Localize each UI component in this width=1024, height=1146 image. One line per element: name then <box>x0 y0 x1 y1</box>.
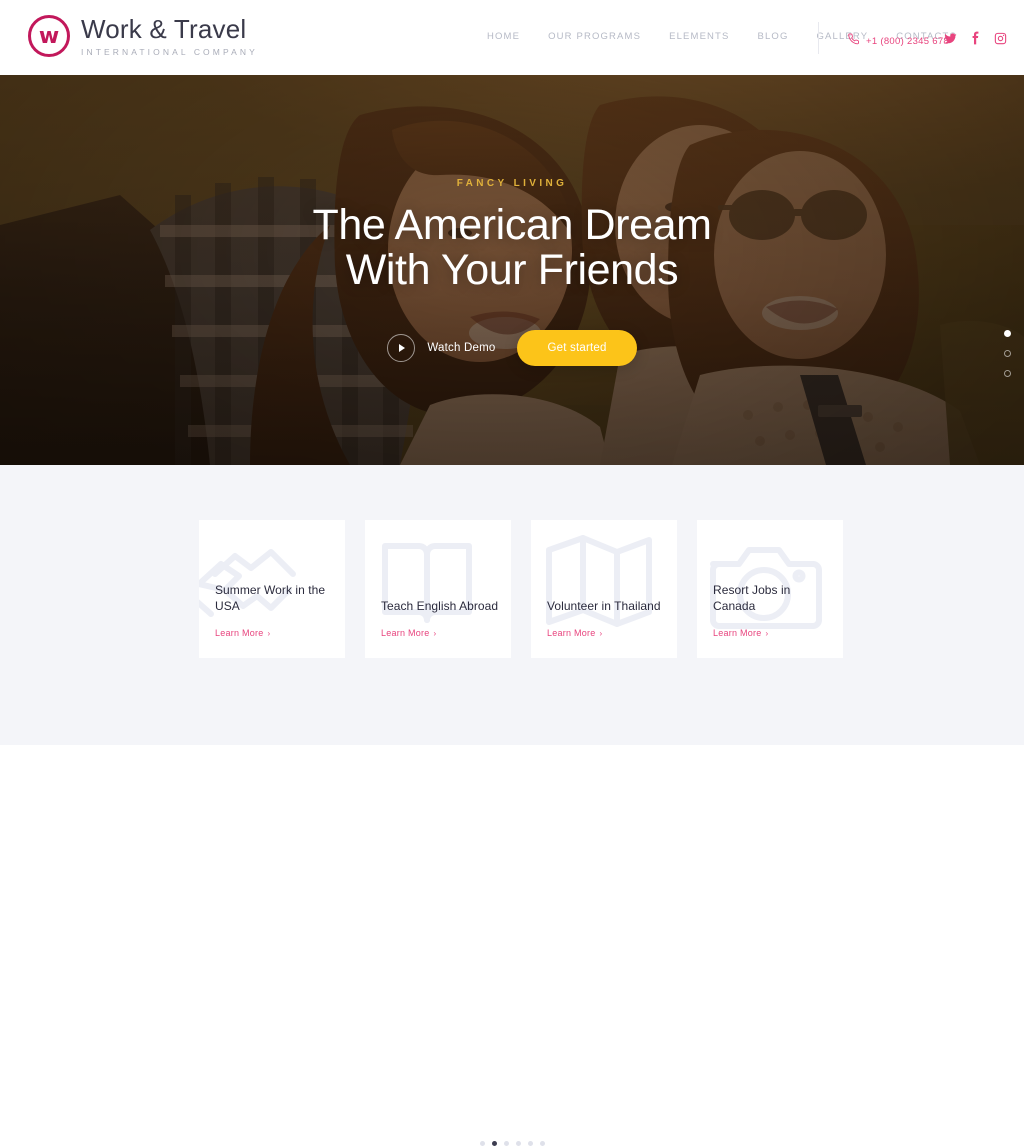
play-circle-icon <box>387 334 416 363</box>
hero-slider-dot-3[interactable] <box>1004 370 1011 377</box>
logo-tagline: INTERNATIONAL COMPANY <box>81 47 258 58</box>
logo-text: Work & Travel INTERNATIONAL COMPANY <box>81 14 258 57</box>
hero-title-line-1: The American Dream <box>312 201 712 249</box>
phone-icon <box>848 32 860 50</box>
hero-title: The American Dream With Your Friends <box>312 201 712 295</box>
program-card-title: Resort Jobs in Canada <box>713 583 791 613</box>
hero-title-line-2: With Your Friends <box>345 246 679 295</box>
nav-item-elements[interactable]: ELEMENTS <box>655 31 743 42</box>
programs-carousel: Summer Work in the USA Learn More › Teach… <box>199 520 843 658</box>
instagram-icon[interactable] <box>994 32 1007 45</box>
chevron-right-icon: › <box>267 629 271 638</box>
phone-number: +1 (800) 2345 678 <box>866 35 950 47</box>
program-card-body: Resort Jobs in Canada Learn More › <box>713 583 833 641</box>
program-card-body: Volunteer in Thailand Learn More › <box>547 599 667 641</box>
programs-section: Summer Work in the USA Learn More › Teach… <box>0 465 1024 1146</box>
phone-link[interactable]: +1 (800) 2345 678 <box>848 32 949 50</box>
header-divider <box>818 22 819 54</box>
program-card[interactable]: Resort Jobs in Canada Learn More › <box>697 520 843 658</box>
learn-more-label: Learn More <box>713 628 762 638</box>
chevron-right-icon: › <box>599 629 603 638</box>
hero-slider-dot-1[interactable] <box>1004 330 1011 337</box>
chevron-right-icon: › <box>765 629 769 638</box>
program-card-body: Teach English Abroad Learn More › <box>381 599 501 641</box>
program-card-learn-more-link[interactable]: Learn More › <box>215 628 270 638</box>
nav-item-blog[interactable]: BLOG <box>744 31 803 42</box>
program-card[interactable]: Teach English Abroad Learn More › <box>365 520 511 658</box>
learn-more-label: Learn More <box>381 628 430 638</box>
nav-item-home[interactable]: HOME <box>487 31 534 42</box>
program-card-title: Volunteer in Thailand <box>547 598 661 613</box>
logo[interactable]: Work & Travel INTERNATIONAL COMPANY <box>28 14 258 57</box>
hero-slider: FANCY LIVING The American Dream With You… <box>0 75 1024 465</box>
learn-more-label: Learn More <box>215 628 264 638</box>
programs-carousel-pagination <box>0 1141 1024 1146</box>
get-started-button[interactable]: Get started <box>517 330 637 367</box>
hero-content: FANCY LIVING The American Dream With You… <box>0 75 1024 465</box>
program-card-learn-more-link[interactable]: Learn More › <box>547 628 602 638</box>
carousel-dot-1[interactable] <box>479 1141 485 1146</box>
nav-item-our-programs[interactable]: OUR PROGRAMS <box>534 31 655 42</box>
program-card-title: Summer Work in the USA <box>215 583 326 613</box>
program-card[interactable]: Volunteer in Thailand Learn More › <box>531 520 677 658</box>
program-card[interactable]: Summer Work in the USA Learn More › <box>199 520 345 658</box>
carousel-dot-5[interactable] <box>527 1141 533 1146</box>
hero-actions: Watch Demo Get started <box>387 330 637 367</box>
carousel-dot-3[interactable] <box>503 1141 509 1146</box>
carousel-dot-6[interactable] <box>539 1141 545 1146</box>
program-card-learn-more-link[interactable]: Learn More › <box>381 628 436 638</box>
logo-title: Work & Travel <box>81 14 247 44</box>
watch-demo-button[interactable]: Watch Demo <box>387 334 496 363</box>
carousel-dot-4[interactable] <box>515 1141 521 1146</box>
program-card-learn-more-link[interactable]: Learn More › <box>713 628 768 638</box>
program-card-title: Teach English Abroad <box>381 598 499 613</box>
watch-demo-label: Watch Demo <box>427 342 496 355</box>
site-header: Work & Travel INTERNATIONAL COMPANY HOME… <box>0 0 1024 75</box>
carousel-dot-2[interactable] <box>491 1141 497 1146</box>
logo-mark-icon <box>28 15 70 57</box>
learn-more-label: Learn More <box>547 628 596 638</box>
facebook-icon[interactable] <box>971 31 980 45</box>
hero-eyebrow: FANCY LIVING <box>456 178 568 189</box>
social-links <box>944 31 1007 45</box>
hero-slider-dot-2[interactable] <box>1004 350 1011 357</box>
twitter-icon[interactable] <box>944 32 957 45</box>
chevron-right-icon: › <box>433 629 437 638</box>
program-card-body: Summer Work in the USA Learn More › <box>215 583 335 641</box>
hero-slider-pagination <box>1004 330 1011 377</box>
